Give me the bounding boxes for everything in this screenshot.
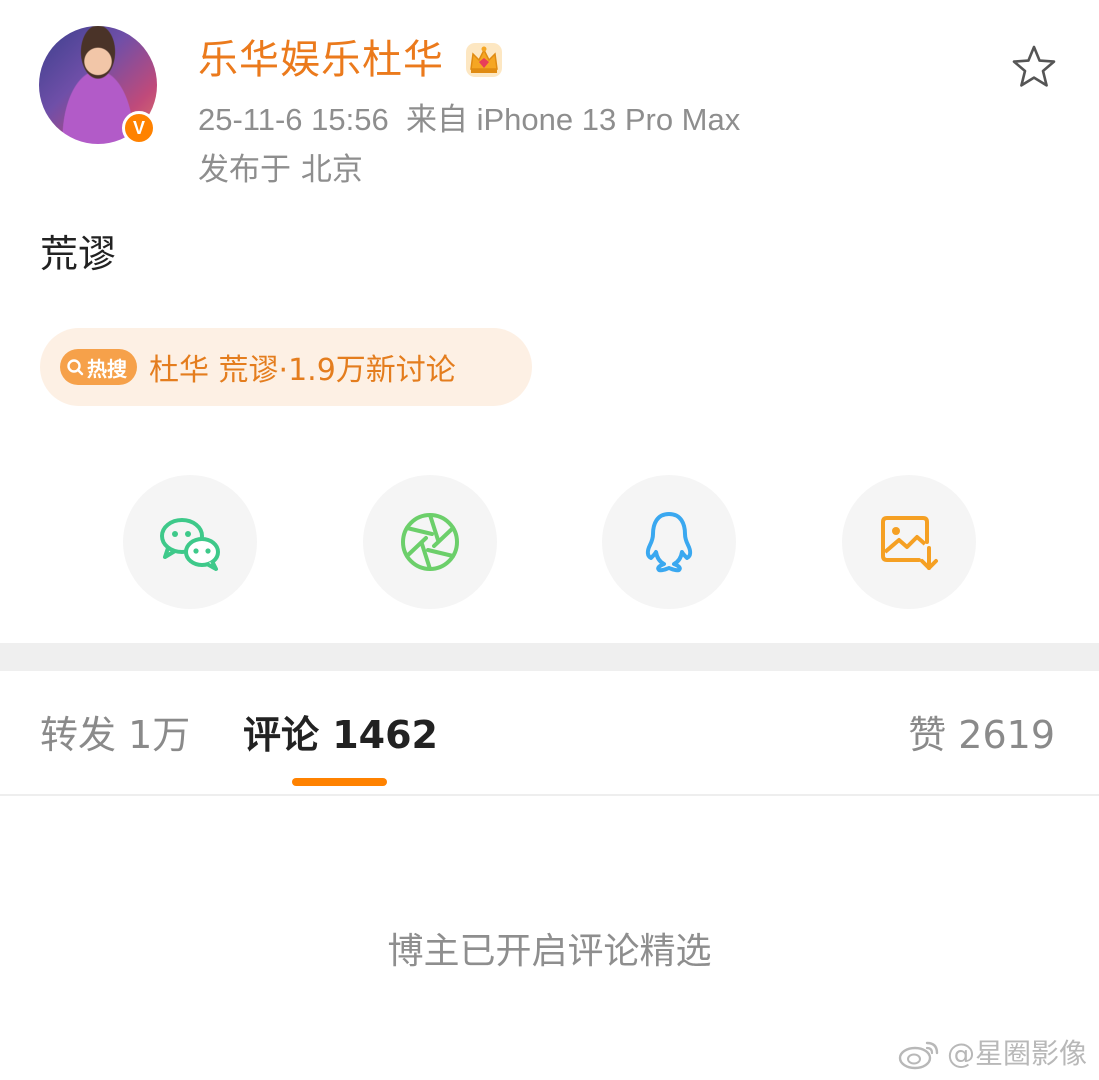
save-image-icon bbox=[881, 516, 938, 570]
share-moments-button[interactable] bbox=[363, 475, 497, 609]
post-meta: 25-11-6 15:56 来自 iPhone 13 Pro Max bbox=[198, 100, 740, 140]
hot-search-tag: 热搜 bbox=[60, 349, 137, 385]
comment-notice: 博主已开启评论精选 bbox=[387, 931, 712, 972]
hot-search-tag-label: 热搜 bbox=[87, 356, 127, 381]
crown-icon bbox=[466, 43, 502, 77]
star-icon[interactable] bbox=[1010, 43, 1058, 91]
post-source: 来自 iPhone 13 Pro Max bbox=[405, 102, 741, 137]
tab-separator bbox=[0, 794, 1099, 796]
post-timestamp: 25-11-6 15:56 bbox=[198, 102, 389, 137]
active-tab-indicator bbox=[292, 778, 387, 786]
tab-like[interactable]: 赞 2619 bbox=[908, 710, 1055, 760]
hot-search-pill[interactable]: 热搜 杜华 荒谬·1.9万新讨论 bbox=[40, 328, 532, 406]
watermark: @星圈影像 bbox=[897, 1036, 1087, 1072]
hot-search-text: 杜华 荒谬·1.9万新讨论 bbox=[149, 353, 456, 388]
tab-comment[interactable]: 评论 1462 bbox=[243, 710, 438, 760]
username[interactable]: 乐华娱乐杜华 bbox=[198, 36, 444, 84]
qq-icon bbox=[645, 512, 693, 573]
weibo-logo-icon bbox=[898, 1041, 939, 1070]
save-image-button[interactable] bbox=[842, 475, 976, 609]
post-text: 荒谬 bbox=[40, 232, 117, 276]
watermark-text: @星圈影像 bbox=[946, 1037, 1087, 1070]
verified-badge: V bbox=[122, 111, 156, 145]
tab-repost[interactable]: 转发 1万 bbox=[40, 710, 190, 760]
post-location: 发布于 北京 bbox=[198, 152, 363, 188]
moments-icon bbox=[401, 513, 459, 571]
share-qq-button[interactable] bbox=[602, 475, 736, 609]
search-icon bbox=[67, 359, 84, 376]
section-divider bbox=[0, 643, 1099, 671]
wechat-icon bbox=[160, 518, 220, 571]
share-wechat-button[interactable] bbox=[123, 475, 257, 609]
